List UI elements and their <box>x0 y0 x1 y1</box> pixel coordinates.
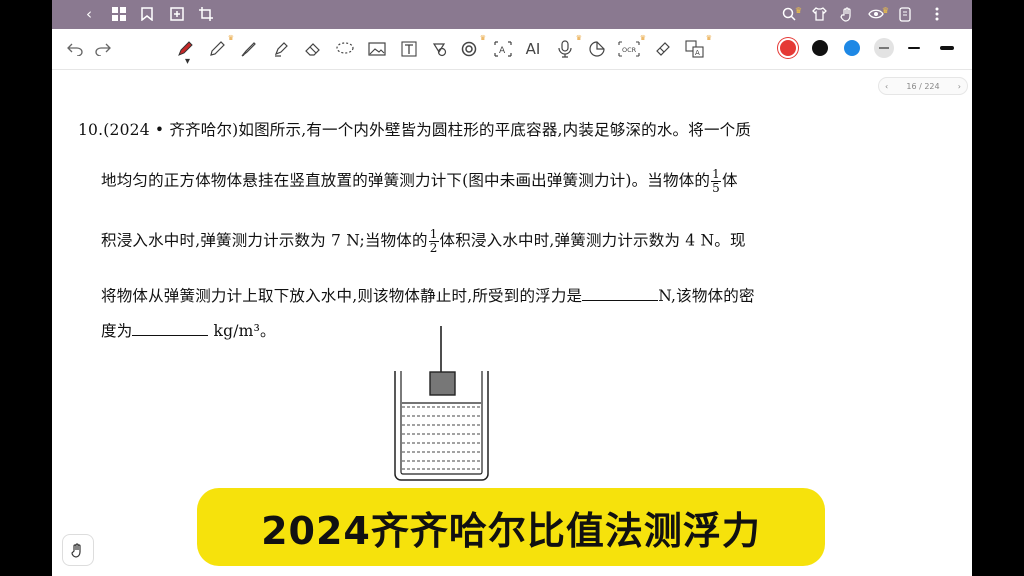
eye-icon[interactable]: ♛ <box>867 5 889 23</box>
question-line-1: 10.(2024 • 齐齐哈尔)如图所示,有一个内外壁皆为圆柱形的平底容器,内装… <box>78 121 752 139</box>
bookmark-corner-button[interactable] <box>62 534 94 566</box>
svg-text:A: A <box>499 46 506 56</box>
question-line-3: 积浸入水中时,弹簧测力计示数为 7 N;当物体的 1 2 体积浸入水中时,弹簧测力计示… <box>101 227 746 255</box>
grid-icon[interactable] <box>110 5 128 23</box>
crown-icon: ♛ <box>479 34 486 42</box>
eraser-icon[interactable] <box>302 38 324 60</box>
cube-object <box>429 371 456 396</box>
mic-icon[interactable]: ♛ <box>554 34 582 60</box>
more-icon[interactable] <box>928 5 946 23</box>
crown-icon: ♛ <box>881 6 889 15</box>
undo-icon[interactable] <box>64 38 86 60</box>
question-line-4: 将物体从弹簧测力计上取下放入水中,则该物体静止时,所受到的浮力是 N,该物体的密 <box>101 287 755 305</box>
ocr-text-icon[interactable]: A <box>492 38 514 60</box>
shape-icon[interactable] <box>428 38 450 60</box>
search-icon[interactable]: ♛ <box>780 5 802 23</box>
ocr-icon[interactable]: OCR ♛ <box>618 34 646 60</box>
crop-icon[interactable] <box>197 5 215 23</box>
lasso-icon[interactable] <box>334 38 356 60</box>
tape-icon[interactable] <box>652 38 674 60</box>
question-number: 10. <box>78 121 104 139</box>
pen-icon[interactable]: ▾ <box>174 38 196 67</box>
prev-page-icon[interactable]: ‹ <box>885 82 888 91</box>
thin-line-button[interactable] <box>908 47 920 49</box>
page-number-label: 16 / 224 <box>906 81 940 91</box>
crown-icon: ♛ <box>575 34 582 42</box>
tablet-icon[interactable] <box>896 5 914 23</box>
translate-icon[interactable]: A ♛ <box>684 34 712 60</box>
color-swatch-red[interactable] <box>780 40 796 56</box>
thick-line-button[interactable] <box>940 46 954 50</box>
next-page-icon[interactable]: › <box>958 82 961 91</box>
color-swatch-black[interactable] <box>812 40 828 56</box>
fraction-one-half: 12 <box>428 227 439 255</box>
caret-icon: ▾ <box>184 56 190 67</box>
ai-icon[interactable]: AI <box>522 38 544 60</box>
shirt-icon[interactable] <box>810 5 828 23</box>
question-line-5: 度为 kg/m³。 <box>101 322 276 340</box>
container-diagram <box>394 326 489 481</box>
bookmark-icon[interactable] <box>138 5 156 23</box>
fraction-one-fifth: 15 <box>711 167 721 195</box>
text-icon[interactable] <box>398 38 420 60</box>
question-line-2: 地均匀的正方体物体悬挂在竖直放置的弹簧测力计下(图中未画出弹簧测力计)。当物体的… <box>101 167 738 195</box>
crown-icon: ♛ <box>227 34 234 42</box>
document-page: ‹ ♛ ♛ ▾ ♛ ♛ A AI ♛ OCR ♛ A ♛ ‹ 16 / 224 … <box>52 0 972 576</box>
pencil-icon[interactable]: ♛ <box>206 34 234 60</box>
crown-icon: ♛ <box>639 34 646 42</box>
color-swatch-blue[interactable] <box>844 40 860 56</box>
annotation-toolbar: ▾ ♛ ♛ A AI ♛ OCR ♛ A ♛ <box>52 29 972 70</box>
crown-icon: ♛ <box>794 6 802 15</box>
water-lines <box>402 406 481 470</box>
brush-icon[interactable] <box>238 38 260 60</box>
title-banner: 2024齐齐哈尔比值法测浮力 <box>197 488 825 566</box>
answer-blank-density <box>132 323 209 336</box>
image-icon[interactable] <box>366 38 388 60</box>
crown-icon: ♛ <box>705 34 712 42</box>
page-counter: ‹ 16 / 224 › <box>878 77 968 95</box>
hand-icon <box>71 543 81 558</box>
sticker-icon[interactable] <box>586 38 608 60</box>
highlighter-icon[interactable] <box>270 38 292 60</box>
top-bar: ‹ ♛ ♛ <box>52 0 972 29</box>
answer-blank-buoyancy <box>582 288 659 301</box>
back-chevron-icon[interactable]: ‹ <box>80 5 98 23</box>
link-icon[interactable]: ♛ <box>458 34 486 60</box>
redo-icon[interactable] <box>92 38 114 60</box>
color-swatch-gray[interactable] <box>874 38 894 58</box>
svg-text:OCR: OCR <box>622 46 637 54</box>
banner-text: 2024齐齐哈尔比值法测浮力 <box>261 508 761 553</box>
hand-icon[interactable] <box>838 5 856 23</box>
add-page-icon[interactable] <box>168 5 186 23</box>
svg-text:A: A <box>695 49 700 57</box>
